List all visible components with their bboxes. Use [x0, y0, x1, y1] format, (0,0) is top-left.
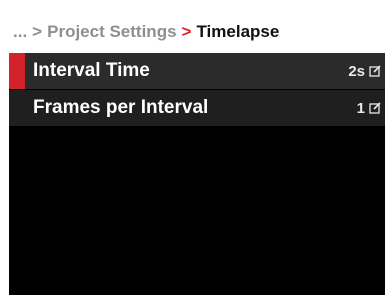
breadcrumb-separator: > — [32, 22, 43, 41]
menu-item-value[interactable]: 1 — [357, 100, 381, 117]
menu-item-frames-per-interval[interactable]: Frames per Interval 1 — [9, 90, 385, 127]
selection-indicator — [9, 53, 25, 89]
menu-item-interval-time[interactable]: Interval Time 2s — [9, 53, 385, 90]
menu-item-label: Frames per Interval — [33, 97, 209, 118]
breadcrumb-project-settings[interactable]: Project Settings — [47, 22, 176, 42]
menu-item-label: Interval Time — [33, 60, 150, 81]
edit-icon[interactable] — [369, 65, 381, 77]
breadcrumb-separator-active: > — [181, 22, 192, 41]
device-screen: ... > Project Settings > Timelapse Inter… — [9, 11, 385, 295]
breadcrumb: ... > Project Settings > Timelapse — [9, 11, 385, 53]
breadcrumb-ellipsis[interactable]: ... — [13, 22, 27, 42]
interval-time-value: 2s — [348, 62, 365, 80]
frames-per-interval-value: 1 — [356, 99, 365, 117]
menu-item-value[interactable]: 2s — [348, 63, 381, 80]
edit-icon[interactable] — [369, 102, 381, 114]
breadcrumb-current-page: Timelapse — [196, 22, 280, 41]
